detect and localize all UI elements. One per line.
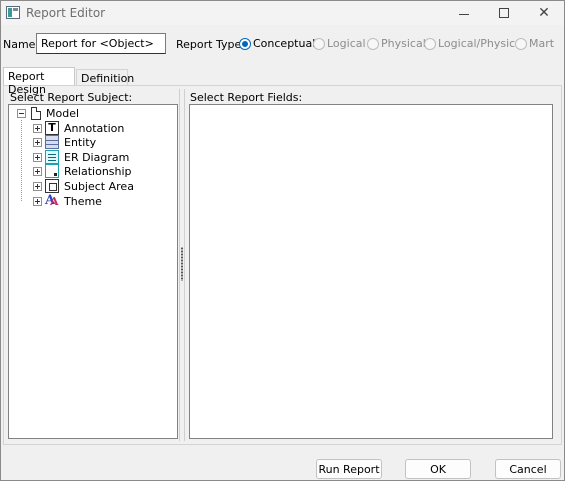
run-report-button[interactable]: Run Report (316, 459, 382, 479)
er-diagram-icon (45, 150, 59, 164)
maximize-icon (499, 8, 509, 18)
entity-icon (45, 135, 59, 149)
expand-icon[interactable] (33, 196, 42, 206)
cancel-button[interactable]: Cancel (495, 459, 561, 479)
tree-node-label: Subject Area (64, 179, 134, 193)
tree-node-theme[interactable]: A Theme (33, 194, 102, 210)
radio-label: Logical/Physical (438, 37, 526, 50)
report-type-logical-radio[interactable]: Logical (313, 37, 366, 50)
app-icon (6, 6, 20, 19)
tree-node-label: Relationship (64, 164, 132, 178)
name-input[interactable] (36, 33, 166, 54)
radio-label: Logical (327, 37, 366, 50)
tree-connector-line (21, 120, 22, 201)
subject-area-icon (45, 179, 59, 193)
close-button[interactable]: ✕ (524, 1, 564, 25)
maximize-button[interactable] (484, 1, 524, 25)
radio-label: Physical (381, 37, 426, 50)
radio-label: Mart (529, 37, 555, 50)
expand-icon[interactable] (33, 181, 42, 191)
select-report-fields-label: Select Report Fields: (190, 91, 303, 104)
report-type-logical-physical-radio[interactable]: Logical/Physical (424, 37, 525, 50)
tree-node-label: Theme (64, 194, 102, 208)
radio-icon (367, 37, 379, 50)
document-icon (31, 106, 41, 120)
tree-node-annotation[interactable]: T Annotation (33, 121, 124, 135)
tree-node-label: Annotation (64, 121, 125, 135)
radio-icon (313, 37, 325, 50)
tree-node-label: ER Diagram (64, 150, 130, 164)
theme-icon: A (45, 194, 59, 210)
tree-node-subject-area[interactable]: Subject Area (33, 179, 134, 193)
expand-icon[interactable] (33, 166, 42, 176)
report-type-label: Report Type: (176, 38, 245, 51)
report-fields-list[interactable] (189, 104, 553, 439)
title-bar: Report Editor ✕ (1, 1, 564, 25)
ok-button[interactable]: OK (405, 459, 471, 479)
tab-report-design[interactable]: Report Design (3, 67, 75, 96)
report-type-conceptual-radio[interactable]: Conceptual (239, 37, 315, 50)
window-title: Report Editor (26, 6, 106, 20)
radio-icon (515, 37, 527, 50)
tree-node-er-diagram[interactable]: ER Diagram (33, 150, 129, 164)
expand-icon[interactable] (33, 137, 42, 147)
minimize-icon (459, 13, 469, 15)
tree-node-model[interactable]: Model (17, 106, 79, 120)
radio-label: Conceptual (253, 37, 316, 50)
expand-icon[interactable] (33, 152, 42, 162)
report-type-physical-radio[interactable]: Physical (367, 37, 426, 50)
name-label: Name: (3, 38, 40, 51)
report-editor-window: Report Editor ✕ Name: Report Type: Conce… (0, 0, 565, 481)
splitter-grip-icon[interactable] (180, 247, 184, 281)
minimize-button[interactable] (444, 1, 484, 25)
tree-node-relationship[interactable]: Relationship (33, 164, 132, 178)
tab-definition[interactable]: Definition (76, 69, 134, 85)
report-type-mart-radio[interactable]: Mart (515, 37, 554, 50)
tree-node-label: Entity (64, 135, 97, 149)
expand-icon[interactable] (33, 123, 42, 133)
radio-selected-icon (239, 37, 251, 50)
close-icon: ✕ (538, 5, 550, 21)
collapse-icon[interactable] (17, 108, 26, 118)
tree-node-label: Model (46, 106, 80, 120)
annotation-icon: T (45, 121, 59, 135)
tree-node-entity[interactable]: Entity (33, 135, 96, 149)
radio-icon (424, 37, 436, 50)
relationship-icon (45, 164, 59, 178)
